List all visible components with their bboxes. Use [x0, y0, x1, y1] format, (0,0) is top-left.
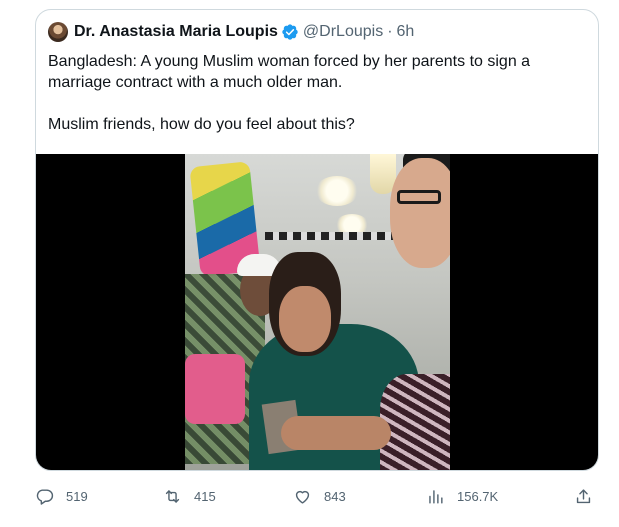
tweet-text-paragraph-1: Bangladesh: A young Muslim woman forced … [48, 53, 531, 91]
retweet-icon [165, 489, 180, 503]
man-face [390, 158, 450, 268]
video-player[interactable] [36, 154, 598, 470]
reply-icon [36, 488, 54, 505]
reply-button[interactable]: 519 [35, 484, 88, 508]
share-button[interactable] [574, 484, 593, 508]
verified-badge-icon [282, 24, 298, 40]
author-handle[interactable]: @DrLoupis [303, 23, 383, 41]
glasses [397, 190, 441, 204]
quoted-tweet-text: Bangladesh: A young Muslim woman forced … [48, 51, 588, 135]
quoted-tweet-card[interactable]: Dr. Anastasia Maria Loupis @DrLoupis · 6… [35, 9, 599, 471]
hands [281, 416, 391, 450]
retweet-count: 415 [194, 488, 216, 504]
like-icon [295, 490, 310, 504]
views-icon [429, 489, 443, 504]
author-name[interactable]: Dr. Anastasia Maria Loupis [74, 23, 278, 41]
share-icon [576, 488, 591, 503]
ceiling-light [315, 176, 359, 206]
pink-cloth [185, 354, 245, 424]
retweet-button[interactable]: 415 [163, 484, 216, 508]
header-separator: · [387, 23, 393, 40]
views-count: 156.7K [457, 488, 499, 504]
man-shirt [380, 374, 450, 470]
like-button[interactable]: 843 [293, 484, 346, 508]
tweet-text-paragraph-2: Muslim friends, how do you feel about th… [48, 116, 355, 133]
woman-face [279, 286, 331, 352]
views-button[interactable]: 156.7K [426, 484, 498, 508]
tweet-action-bar: 519 415 843 156.7K [35, 484, 599, 508]
tweet-timestamp[interactable]: 6h [397, 23, 415, 41]
video-frame[interactable] [185, 154, 450, 470]
reply-count: 519 [66, 488, 88, 504]
quoted-tweet-header: Dr. Anastasia Maria Loupis @DrLoupis · 6… [48, 21, 414, 43]
author-avatar[interactable] [48, 22, 68, 42]
like-count: 843 [324, 488, 346, 504]
